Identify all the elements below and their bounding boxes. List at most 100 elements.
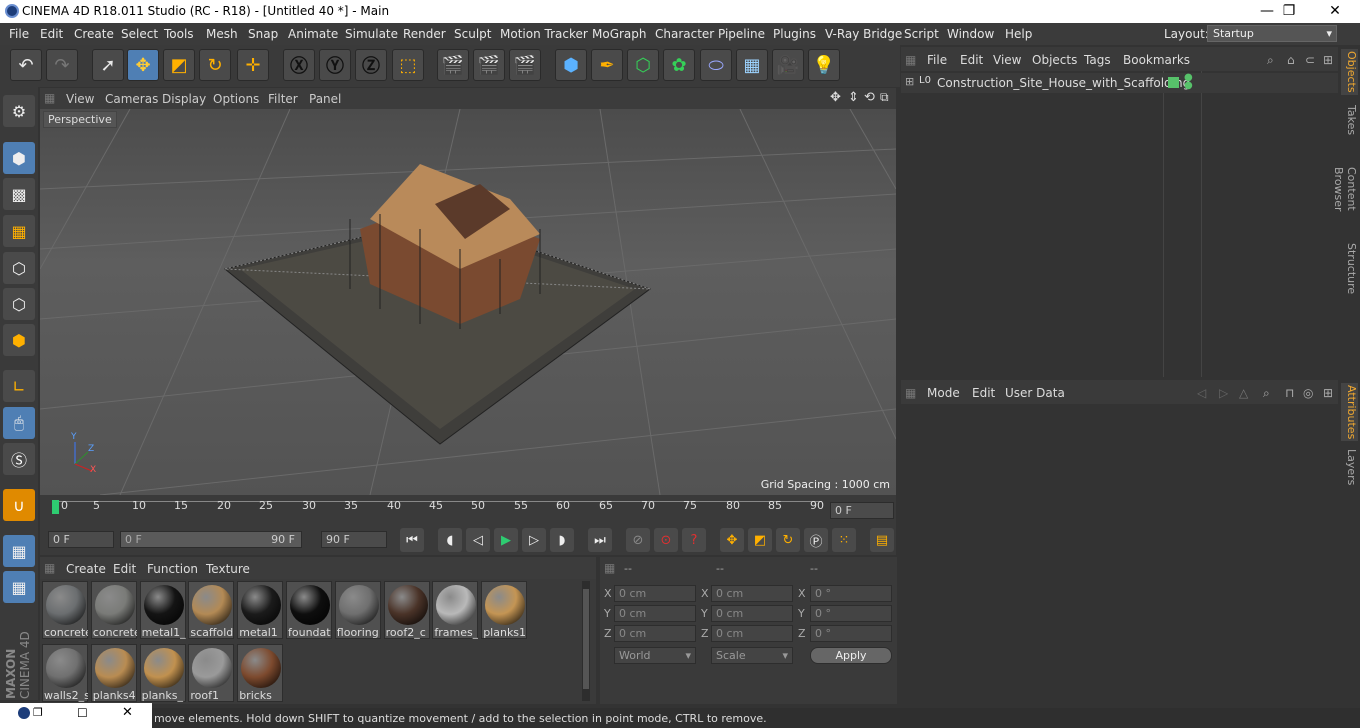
lock-icon[interactable]: ⊓: [1285, 386, 1294, 400]
material-menu-edit[interactable]: Edit: [113, 562, 136, 576]
object-menu-tags[interactable]: Tags: [1084, 53, 1111, 67]
material-swatch[interactable]: concrete: [42, 581, 88, 639]
x-axis-lock-button[interactable]: Ⓧ: [283, 49, 315, 81]
record-keys-button[interactable]: ⊘: [626, 528, 650, 552]
workplane-mode-button[interactable]: ▦: [3, 215, 35, 247]
make-editable-button[interactable]: ⚙: [3, 95, 35, 127]
timeline-ruler[interactable]: 0 5 10 15 20 25 30 35 40 45 50 55 60 65 …: [40, 495, 896, 525]
material-swatch[interactable]: scaffold: [188, 581, 235, 639]
tab-objects[interactable]: Objects: [1341, 49, 1358, 95]
tab-content-browser[interactable]: Content Browser: [1332, 145, 1358, 233]
pos-x-field[interactable]: 0 cm: [614, 585, 696, 602]
key-position-button[interactable]: ✥: [720, 528, 744, 552]
object-menu-file[interactable]: File: [927, 53, 947, 67]
coordinate-system-button[interactable]: ⬚: [392, 49, 424, 81]
menu-tools[interactable]: Tools: [164, 27, 194, 41]
perspective-viewport[interactable]: Y Z X Perspective Grid Spacing : 1000 cm: [40, 109, 896, 495]
rot-z-field[interactable]: 0 °: [810, 625, 892, 642]
rot-y-field[interactable]: 0 °: [810, 605, 892, 622]
workplane-align-button[interactable]: ▦: [3, 571, 35, 603]
menu-vray-bridge[interactable]: V-Ray Bridge: [825, 27, 902, 41]
autokey-button[interactable]: ⊙: [654, 528, 678, 552]
material-menu-create[interactable]: Create: [66, 562, 106, 576]
menu-render[interactable]: Render: [403, 27, 446, 41]
menu-create[interactable]: Create: [74, 27, 114, 41]
object-menu-bookmarks[interactable]: Bookmarks: [1123, 53, 1190, 67]
menu-select[interactable]: Select: [121, 27, 158, 41]
layer-color-swatch[interactable]: [1168, 77, 1179, 88]
recent-tool-button[interactable]: ✛: [237, 49, 269, 81]
next-frame-button[interactable]: ▷: [522, 528, 546, 552]
menu-sculpt[interactable]: Sculpt: [454, 27, 491, 41]
coordinate-space-select[interactable]: World ▾: [614, 647, 696, 664]
viewport-rotate-icon[interactable]: ⟲: [864, 90, 875, 105]
material-swatch[interactable]: bricks: [237, 644, 284, 702]
light-button[interactable]: 💡: [808, 49, 840, 81]
viewport-move-icon[interactable]: ✥: [830, 90, 841, 105]
tab-structure[interactable]: Structure: [1341, 241, 1358, 297]
menu-edit[interactable]: Edit: [40, 27, 63, 41]
end-frame-field[interactable]: 90 F: [321, 531, 387, 548]
object-menu-view[interactable]: View: [993, 53, 1021, 67]
snap-button[interactable]: ∪: [3, 489, 35, 521]
rotate-tool-button[interactable]: ↻: [199, 49, 231, 81]
menu-script[interactable]: Script: [904, 27, 939, 41]
menu-animate[interactable]: Animate: [288, 27, 338, 41]
visibility-dots-icon[interactable]: ● ●: [1184, 73, 1193, 91]
search-icon[interactable]: ⌕: [1263, 386, 1270, 401]
target-icon[interactable]: ◎: [1303, 386, 1313, 400]
camera-button[interactable]: 🎥: [772, 49, 804, 81]
floor-button[interactable]: ▦: [736, 49, 768, 81]
transform-mode-select[interactable]: Scale ▾: [711, 647, 793, 664]
material-swatch[interactable]: foundat: [286, 581, 332, 639]
key-scale-button[interactable]: ◩: [748, 528, 772, 552]
menu-simulate[interactable]: Simulate: [345, 27, 398, 41]
workplane-lock-button[interactable]: ▦: [3, 535, 35, 567]
tab-layers[interactable]: Layers: [1341, 447, 1358, 487]
spline-pen-button[interactable]: ✒: [591, 49, 623, 81]
forward-arrow-icon[interactable]: ▷: [1219, 386, 1228, 400]
viewport-menu-display[interactable]: Display: [162, 92, 206, 106]
attribute-menu-edit[interactable]: Edit: [972, 386, 995, 400]
attribute-menu-user-data[interactable]: User Data: [1005, 386, 1065, 400]
render-view-button[interactable]: 🎬: [437, 49, 469, 81]
new-window-icon[interactable]: ⊞: [1323, 386, 1333, 400]
menu-window[interactable]: Window: [947, 27, 994, 41]
tweak-mode-button[interactable]: 🖱: [3, 407, 35, 439]
attribute-menu-mode[interactable]: Mode: [927, 386, 960, 400]
material-swatch[interactable]: planks4: [90, 644, 137, 702]
material-menu-function[interactable]: Function: [147, 562, 198, 576]
viewport-menu-panel[interactable]: Panel: [309, 92, 341, 106]
material-swatch[interactable]: walls2_s: [42, 644, 88, 702]
menu-motion-tracker[interactable]: Motion Tracker: [500, 27, 588, 41]
up-arrow-icon[interactable]: △: [1239, 386, 1248, 400]
material-swatch[interactable]: planks_: [139, 644, 186, 702]
menu-file[interactable]: File: [9, 27, 29, 41]
points-mode-button[interactable]: ⬡: [3, 252, 35, 284]
material-menu-texture[interactable]: Texture: [206, 562, 250, 576]
move-tool-button[interactable]: ✥: [127, 49, 159, 81]
material-swatch[interactable]: roof2_c: [383, 581, 430, 639]
subdivision-surface-button[interactable]: ⬡: [627, 49, 659, 81]
playhead-marker[interactable]: [52, 500, 59, 514]
menu-snap[interactable]: Snap: [248, 27, 278, 41]
render-settings-button[interactable]: 🎬: [509, 49, 541, 81]
axis-mode-button[interactable]: ∟: [3, 370, 35, 402]
material-swatch[interactable]: concrete: [90, 581, 137, 639]
material-scrollbar[interactable]: [582, 581, 590, 701]
start-frame-field[interactable]: 0 F: [48, 531, 114, 548]
polygons-mode-button[interactable]: ⬢: [3, 324, 35, 356]
key-rotation-button[interactable]: ↻: [776, 528, 800, 552]
restore-icon[interactable]: ❐: [33, 706, 43, 719]
pos-z-field[interactable]: 0 cm: [614, 625, 696, 642]
menu-character[interactable]: Character: [655, 27, 714, 41]
key-param-button[interactable]: Ⓟ: [804, 528, 828, 552]
apply-button[interactable]: Apply: [810, 647, 892, 664]
expand-icon[interactable]: ⊞: [905, 75, 914, 88]
material-swatch[interactable]: metal1_(: [139, 581, 186, 639]
scrollbar-thumb[interactable]: [583, 589, 589, 689]
taskbar-thumbnail[interactable]: ❐ ☐ ✕: [0, 703, 152, 728]
search-icon[interactable]: ⌕: [1267, 53, 1274, 68]
viewport-menu-filter[interactable]: Filter: [268, 92, 298, 106]
render-to-picture-viewer-button[interactable]: 🎬: [473, 49, 505, 81]
